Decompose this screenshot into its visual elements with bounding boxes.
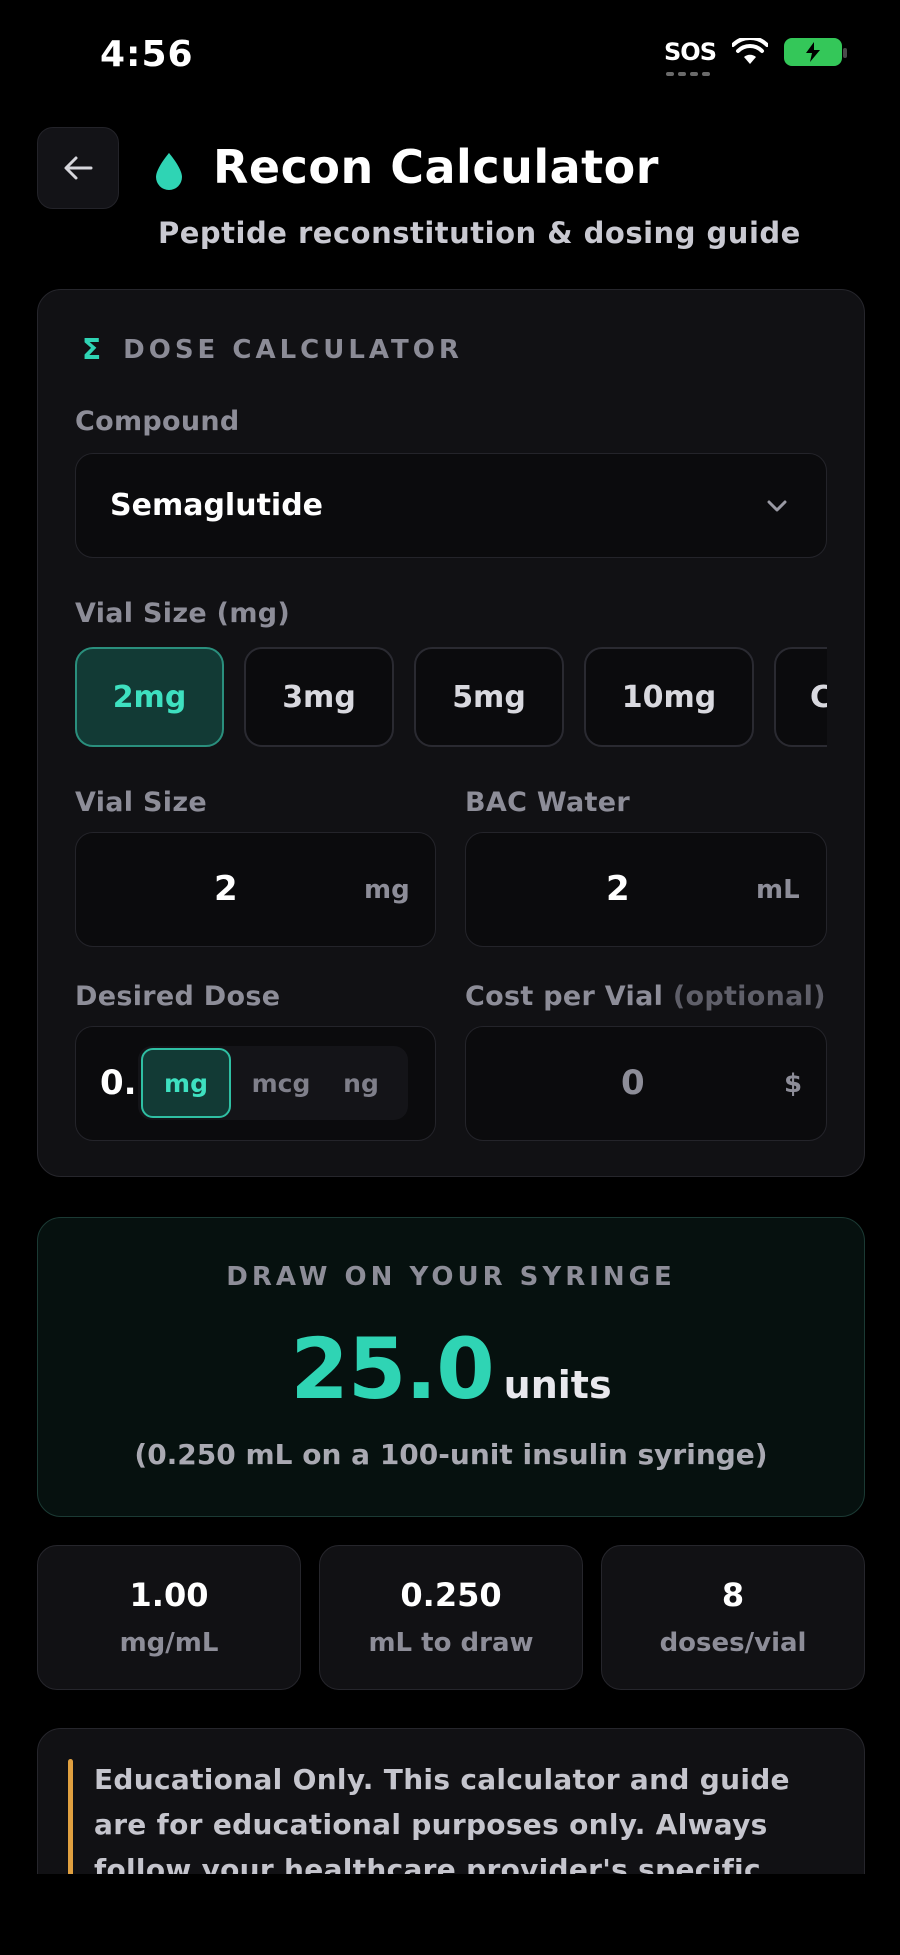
page-title: Recon Calculator bbox=[213, 140, 659, 194]
cost-label-text: Cost per Vial bbox=[465, 981, 664, 1012]
cost-per-vial-input[interactable]: 0 $ bbox=[465, 1026, 827, 1141]
preset-5mg-chip[interactable]: 5mg bbox=[414, 647, 564, 747]
bac-water-unit: mL bbox=[756, 875, 800, 905]
preset-2mg-chip[interactable]: 2mg bbox=[75, 647, 224, 747]
preset-10mg-chip[interactable]: 10mg bbox=[584, 647, 754, 747]
vial-size-unit: mg bbox=[364, 875, 410, 905]
preset-3mg-chip[interactable]: 3mg bbox=[244, 647, 394, 747]
bac-water-label: BAC Water bbox=[465, 787, 630, 818]
status-icons: SOS bbox=[664, 38, 847, 76]
stat-value: 1.00 bbox=[129, 1576, 209, 1614]
stat-label: mg/mL bbox=[119, 1628, 219, 1658]
vial-size-label: Vial Size bbox=[75, 787, 207, 818]
cost-unit: $ bbox=[784, 1069, 803, 1099]
cost-per-vial-label: Cost per Vial (optional) bbox=[465, 981, 826, 1012]
charging-bolt-icon bbox=[806, 42, 820, 62]
sigma-icon: Σ bbox=[82, 333, 102, 366]
vial-size-input[interactable]: 2 mg bbox=[75, 832, 436, 947]
compound-label: Compound bbox=[75, 406, 240, 437]
vial-size-presets-label: Vial Size (mg) bbox=[75, 598, 291, 629]
stat-volume: 0.250 mL to draw bbox=[319, 1545, 583, 1690]
arrow-left-icon bbox=[64, 156, 93, 180]
desired-dose-value: 0. bbox=[100, 1063, 137, 1103]
stat-value: 8 bbox=[721, 1576, 745, 1614]
sos-label: SOS bbox=[664, 38, 717, 66]
sos-indicator: SOS bbox=[664, 38, 717, 76]
stat-value: 0.250 bbox=[400, 1576, 502, 1614]
back-button[interactable] bbox=[37, 127, 119, 209]
unit-mg-button[interactable]: mg bbox=[141, 1048, 231, 1118]
unit-ng-button[interactable]: ng bbox=[326, 1048, 396, 1118]
warning-bar bbox=[68, 1759, 73, 1874]
syringe-note: (0.250 mL on a 100-unit insulin syringe) bbox=[134, 1438, 768, 1471]
bac-water-input[interactable]: 2 mL bbox=[465, 832, 827, 947]
status-time: 4:56 bbox=[100, 34, 194, 75]
dose-unit-selector: mg mcg ng bbox=[138, 1046, 408, 1120]
syringe-units: 25.0 units bbox=[37, 1320, 865, 1418]
battery-icon bbox=[784, 38, 847, 66]
stat-doses: 8 doses/vial bbox=[601, 1545, 865, 1690]
vial-size-presets: 2mg 3mg 5mg 10mg C bbox=[75, 647, 827, 749]
cost-value: 0 bbox=[621, 1063, 645, 1103]
page-subtitle: Peptide reconstitution & dosing guide bbox=[158, 216, 801, 250]
disclaimer-card: Educational Only. This calculator and gu… bbox=[37, 1728, 865, 1874]
water-drop-icon bbox=[156, 153, 182, 190]
units-value: 25.0 bbox=[290, 1320, 494, 1418]
stat-label: mL to draw bbox=[368, 1628, 534, 1658]
compound-select[interactable]: Semaglutide bbox=[75, 453, 827, 558]
compound-value: Semaglutide bbox=[110, 488, 324, 523]
chevron-down-icon bbox=[767, 500, 787, 511]
section-title: DOSE CALCULATOR bbox=[123, 334, 463, 365]
units-label: units bbox=[503, 1363, 612, 1407]
syringe-result-title: DRAW ON YOUR SYRINGE bbox=[226, 1262, 676, 1292]
wifi-icon bbox=[732, 38, 768, 64]
stat-label: doses/vial bbox=[659, 1628, 807, 1658]
preset-custom-chip[interactable]: C bbox=[774, 647, 827, 747]
stat-concentration: 1.00 mg/mL bbox=[37, 1545, 301, 1690]
desired-dose-label: Desired Dose bbox=[75, 981, 281, 1012]
section-header: Σ DOSE CALCULATOR bbox=[82, 333, 463, 366]
unit-mcg-button[interactable]: mcg bbox=[236, 1048, 326, 1118]
disclaimer-viewport: Educational Only. This calculator and gu… bbox=[37, 1728, 865, 1874]
cost-optional-text: (optional) bbox=[672, 981, 826, 1012]
vial-size-value: 2 bbox=[214, 869, 238, 909]
bac-water-value: 2 bbox=[606, 869, 630, 909]
disclaimer-text: Educational Only. This calculator and gu… bbox=[94, 1763, 790, 1874]
